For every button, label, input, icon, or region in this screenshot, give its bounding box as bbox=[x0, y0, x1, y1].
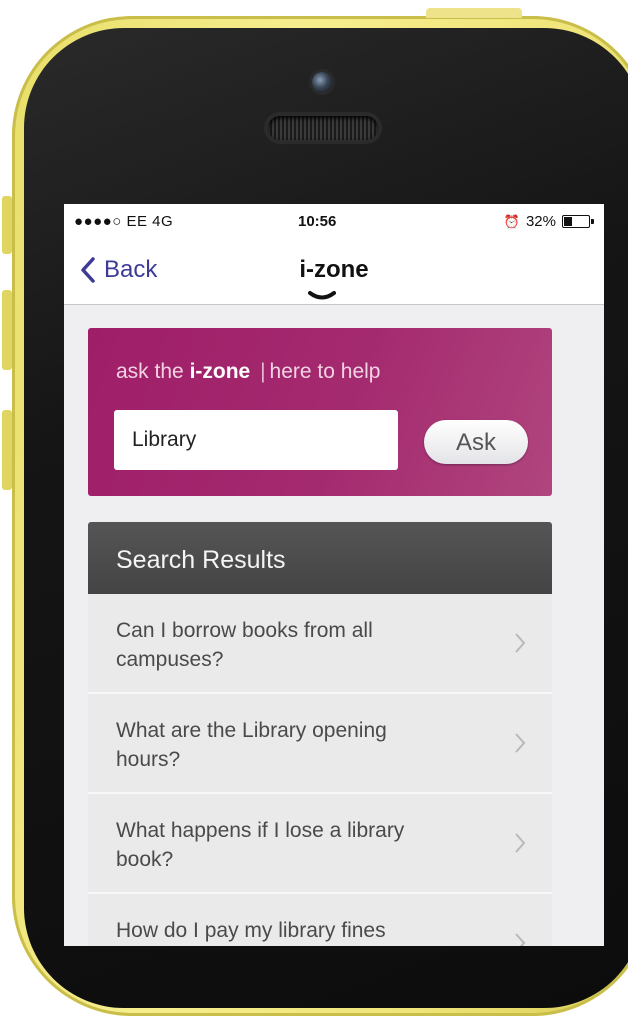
result-item[interactable]: Can I borrow books from all campuses? bbox=[88, 594, 552, 694]
search-input[interactable] bbox=[114, 410, 398, 470]
battery-percent: 32% bbox=[525, 213, 556, 230]
navigation-bar: Back i-zone bbox=[64, 234, 604, 305]
page-title: i-zone bbox=[299, 256, 369, 283]
status-time: 10:56 bbox=[298, 213, 337, 230]
carrier-signal: ●●●●○ EE 4G bbox=[74, 213, 174, 230]
front-camera bbox=[312, 72, 332, 92]
battery-icon bbox=[562, 215, 594, 228]
result-item[interactable]: What are the Library opening hours? bbox=[88, 694, 552, 794]
mute-switch bbox=[2, 196, 12, 254]
ask-heading-suffix: here to help bbox=[269, 360, 381, 383]
results-header: Search Results bbox=[88, 522, 552, 594]
ask-heading-separator: | bbox=[260, 360, 266, 383]
results-list: Can I borrow books from all campuses? Wh… bbox=[88, 594, 552, 946]
status-bar: ●●●●○ EE 4G 10:56 ⏰ 32% bbox=[64, 204, 604, 234]
chevron-right-icon bbox=[515, 833, 526, 853]
chevron-right-icon bbox=[515, 633, 526, 653]
volume-down-button bbox=[2, 410, 12, 490]
ask-panel: ask the i-zone |here to help Ask bbox=[88, 328, 552, 496]
ask-heading-brand: i-zone bbox=[189, 360, 251, 383]
phone-screen: ●●●●○ EE 4G 10:56 ⏰ 32% Back i-zone ask … bbox=[64, 204, 604, 946]
ask-heading: ask the i-zone | here to help bbox=[116, 360, 380, 384]
ask-button[interactable]: Ask bbox=[424, 420, 528, 464]
result-question: What happens if I lose a library book? bbox=[116, 819, 405, 871]
result-item[interactable]: How do I pay my library fines bbox=[88, 894, 552, 946]
result-question: What are the Library opening hours? bbox=[116, 719, 387, 771]
power-button bbox=[426, 8, 522, 18]
volume-up-button bbox=[2, 290, 12, 370]
earpiece-speaker bbox=[268, 116, 378, 140]
ask-heading-prefix: ask the bbox=[116, 360, 184, 383]
result-question: How do I pay my library fines bbox=[116, 919, 386, 942]
result-question: Can I borrow books from all campuses? bbox=[116, 619, 373, 671]
results-header-label: Search Results bbox=[116, 546, 286, 574]
alarm-clock-icon: ⏰ bbox=[503, 213, 520, 229]
chevron-down-icon[interactable] bbox=[308, 290, 336, 302]
status-right: ⏰ 32% bbox=[503, 213, 594, 230]
result-item[interactable]: What happens if I lose a library book? bbox=[88, 794, 552, 894]
chevron-right-icon bbox=[515, 733, 526, 753]
chevron-right-icon bbox=[515, 933, 526, 946]
